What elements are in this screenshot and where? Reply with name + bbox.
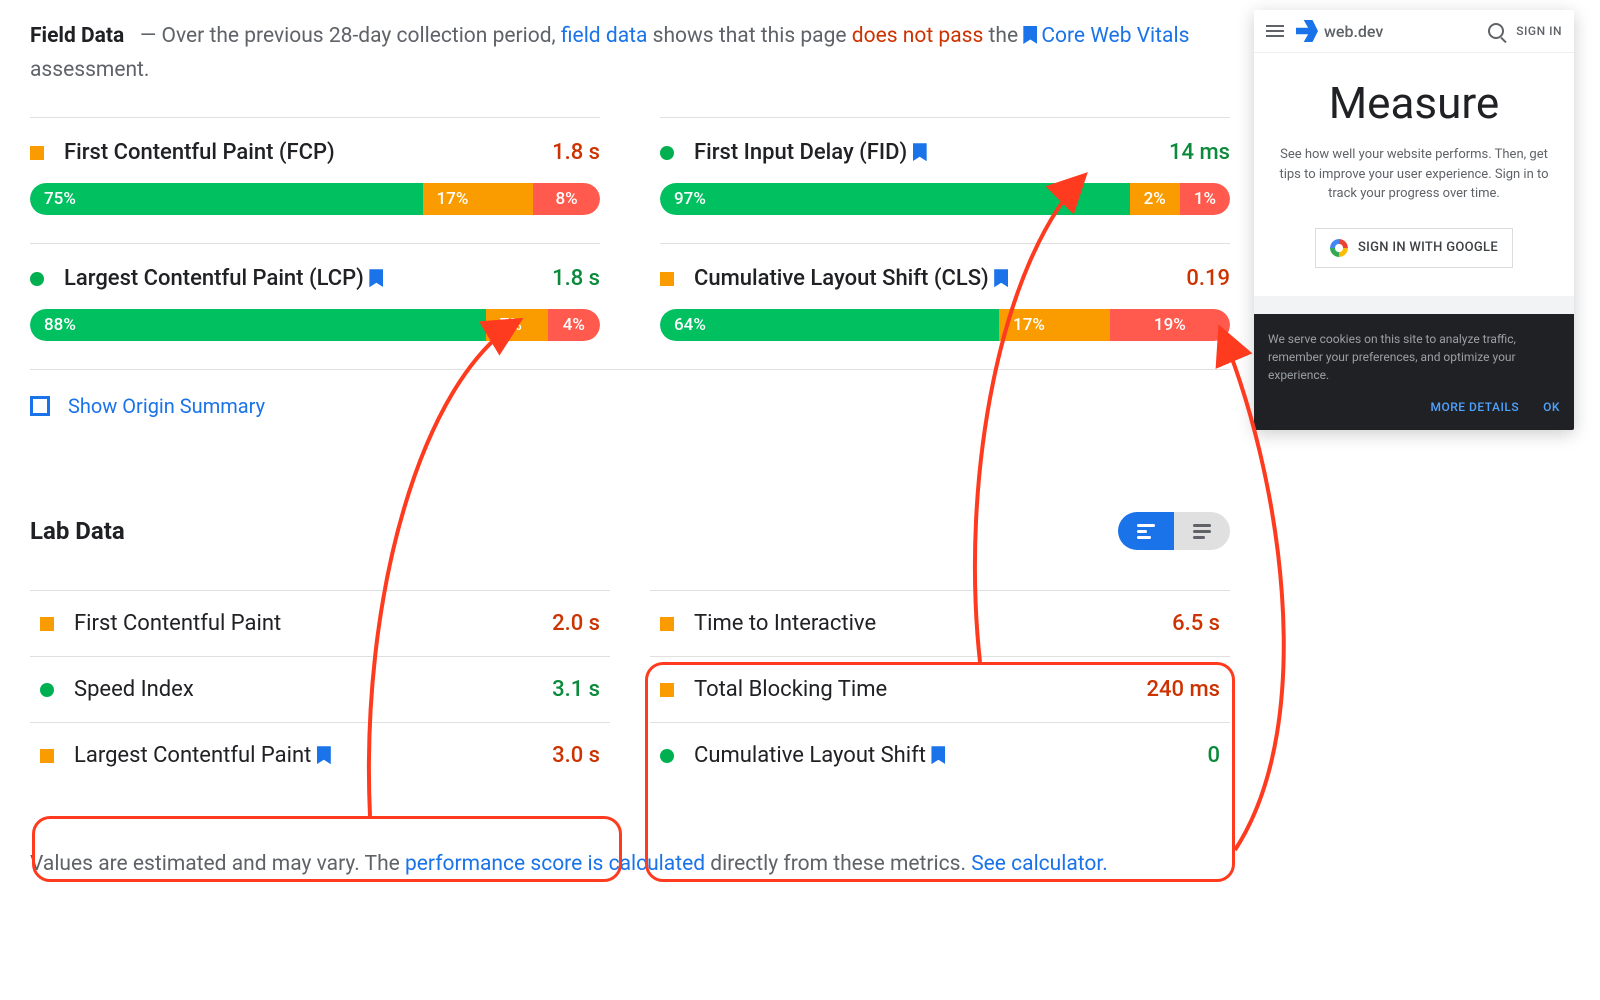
lab-metric-row[interactable]: First Contentful Paint 2.0 s	[30, 590, 610, 656]
lab-metric-row[interactable]: Cumulative Layout Shift 0	[650, 722, 1230, 788]
status-dot-icon	[30, 272, 44, 286]
fail-text: does not pass	[852, 24, 984, 48]
metric-name: First Input Delay (FID)	[694, 140, 1169, 165]
lab-metric-name: First Contentful Paint	[74, 611, 552, 636]
cookie-more-details[interactable]: MORE DETAILS	[1430, 398, 1519, 416]
bookmark-icon	[994, 269, 1008, 287]
bookmark-icon	[913, 143, 927, 161]
lab-metric-value: 2.0 s	[552, 611, 600, 636]
sign-in-link[interactable]: SIGN IN	[1516, 24, 1562, 38]
metric-value: 14 ms	[1169, 140, 1230, 165]
bookmark-icon	[317, 746, 331, 764]
distribution-bar: 88% 7% 4%	[30, 309, 600, 341]
status-dot-icon	[660, 617, 674, 631]
lab-metric-value: 3.0 s	[552, 743, 600, 768]
distribution-bar: 97% 2% 1%	[660, 183, 1230, 215]
field-metric[interactable]: First Contentful Paint (FCP) 1.8 s 75% 1…	[30, 117, 600, 243]
core-web-vitals-link[interactable]: Core Web Vitals	[1041, 24, 1189, 48]
metric-value: 1.8 s	[552, 140, 600, 165]
perf-score-link[interactable]: performance score is calculated	[405, 852, 705, 876]
cookie-banner: We serve cookies on this site to analyze…	[1254, 314, 1574, 430]
show-origin-summary[interactable]: Show Origin Summary	[30, 369, 1230, 442]
search-icon[interactable]	[1488, 23, 1504, 39]
see-calculator-link[interactable]: See calculator.	[971, 852, 1108, 876]
status-dot-icon	[660, 272, 674, 286]
status-dot-icon	[660, 146, 674, 160]
lab-metric-value: 240 ms	[1147, 677, 1220, 702]
view-toggle[interactable]	[1118, 512, 1230, 550]
measure-heading: Measure	[1270, 77, 1558, 129]
view-toggle-compact[interactable]	[1174, 512, 1230, 550]
webdev-mark-icon	[1296, 20, 1318, 42]
lab-metric-name: Speed Index	[74, 677, 552, 702]
lab-metric-name: Time to Interactive	[694, 611, 1172, 636]
field-data-link[interactable]: field data	[561, 24, 648, 48]
lab-metric-value: 3.1 s	[552, 677, 600, 702]
google-icon	[1330, 239, 1348, 257]
status-dot-icon	[40, 749, 54, 763]
bookmark-icon	[369, 269, 383, 287]
lab-metric-row[interactable]: Total Blocking Time 240 ms	[650, 656, 1230, 722]
lab-metrics-grid: First Contentful Paint 2.0 s Time to Int…	[30, 590, 1230, 788]
lab-metric-row[interactable]: Time to Interactive 6.5 s	[650, 590, 1230, 656]
lab-data-title: Lab Data	[30, 517, 125, 545]
field-metrics-grid: First Contentful Paint (FCP) 1.8 s 75% 1…	[30, 117, 1230, 369]
field-metric[interactable]: Largest Contentful Paint (LCP) 1.8 s 88%…	[30, 243, 600, 369]
status-dot-icon	[30, 146, 44, 160]
lab-metric-value: 0	[1207, 743, 1220, 768]
metric-name: Cumulative Layout Shift (CLS)	[694, 266, 1186, 291]
metric-value: 1.8 s	[552, 266, 600, 291]
menu-icon[interactable]	[1266, 25, 1284, 37]
lab-metric-name: Cumulative Layout Shift	[694, 743, 1207, 768]
lab-metric-name: Largest Contentful Paint	[74, 743, 552, 768]
lab-metric-row[interactable]: Largest Contentful Paint 3.0 s	[30, 722, 610, 788]
status-dot-icon	[40, 683, 54, 697]
lab-metric-value: 6.5 s	[1172, 611, 1220, 636]
phone-preview: web.dev SIGN IN Measure See how well you…	[1254, 10, 1574, 430]
measure-description: See how well your website performs. Then…	[1270, 145, 1558, 204]
lab-metric-name: Total Blocking Time	[694, 677, 1147, 702]
field-metric[interactable]: First Input Delay (FID) 14 ms 97% 2% 1%	[660, 117, 1230, 243]
distribution-bar: 64% 17% 19%	[660, 309, 1230, 341]
lab-metric-row[interactable]: Speed Index 3.1 s	[30, 656, 610, 722]
field-data-intro: Field Data — Over the previous 28-day co…	[30, 20, 1230, 87]
bookmark-icon	[931, 746, 945, 764]
metric-name: Largest Contentful Paint (LCP)	[64, 266, 552, 291]
metric-name: First Contentful Paint (FCP)	[64, 140, 552, 165]
status-dot-icon	[660, 749, 674, 763]
field-data-title: Field Data	[30, 24, 124, 48]
distribution-bar: 75% 17% 8%	[30, 183, 600, 215]
metric-value: 0.19	[1186, 266, 1230, 291]
status-dot-icon	[40, 617, 54, 631]
field-metric[interactable]: Cumulative Layout Shift (CLS) 0.19 64% 1…	[660, 243, 1230, 369]
bookmark-icon	[1023, 26, 1037, 44]
cookie-ok[interactable]: OK	[1543, 398, 1560, 416]
view-toggle-detailed[interactable]	[1118, 512, 1174, 550]
status-dot-icon	[660, 683, 674, 697]
sign-in-google-button[interactable]: SIGN IN WITH GOOGLE	[1315, 228, 1513, 268]
footnote: Values are estimated and may vary. The p…	[30, 848, 1230, 882]
webdev-logo[interactable]: web.dev	[1296, 20, 1383, 42]
checkbox-icon[interactable]	[30, 396, 50, 416]
